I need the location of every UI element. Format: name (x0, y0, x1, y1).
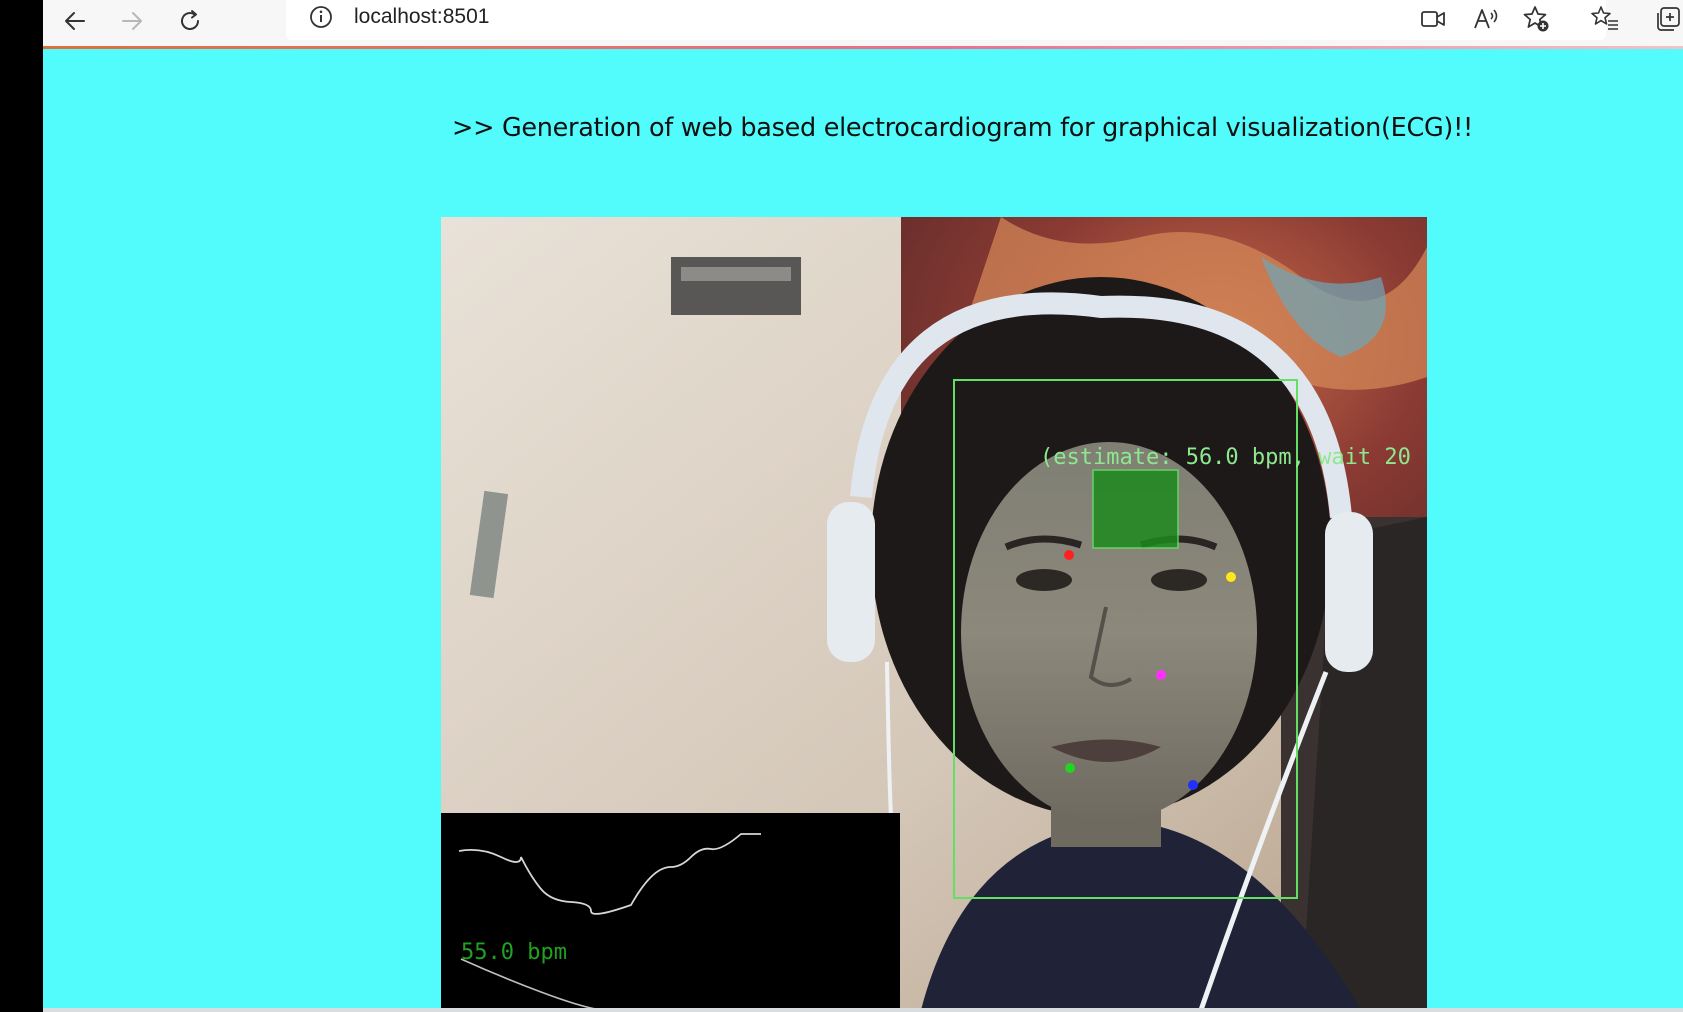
star-plus-icon (1523, 6, 1549, 32)
collections-icon (1657, 7, 1680, 31)
bpm-reading-overlay: 55.0 bpm (461, 940, 567, 965)
address-bar[interactable]: localhost:8501 (286, 0, 1606, 40)
video-camera-icon (1421, 11, 1445, 27)
video-camera-button[interactable] (1418, 4, 1448, 34)
forward-button[interactable] (116, 6, 148, 36)
arrow-right-icon (122, 12, 142, 30)
browser-toolbar: localhost:8501 (43, 0, 1683, 47)
info-icon[interactable] (308, 4, 334, 30)
arrow-left-icon (65, 12, 85, 30)
back-button[interactable] (59, 6, 91, 36)
url-text[interactable]: localhost:8501 (354, 4, 489, 30)
bottom-edge (43, 1008, 1683, 1012)
collections-button[interactable] (1653, 4, 1683, 34)
read-aloud-button[interactable] (1471, 4, 1501, 34)
page-content: >> Generation of web based electrocardio… (43, 49, 1683, 1010)
webcam-video-frame: (estimate: 56.0 bpm, wait 20 55.0 bpm (441, 217, 1427, 1010)
bpm-estimate-overlay: (estimate: 56.0 bpm, wait 20 (1040, 445, 1411, 470)
reload-button[interactable] (174, 6, 206, 36)
favorites-list-icon (1591, 6, 1618, 30)
add-favorite-button[interactable] (1521, 4, 1551, 34)
page-heading: >> Generation of web based electrocardio… (452, 113, 1473, 143)
reload-icon (181, 10, 199, 30)
favorites-button[interactable] (1590, 4, 1620, 34)
read-aloud-icon (1474, 9, 1498, 29)
webcam-image (441, 217, 1427, 1010)
left-edge-strip (0, 0, 43, 1012)
